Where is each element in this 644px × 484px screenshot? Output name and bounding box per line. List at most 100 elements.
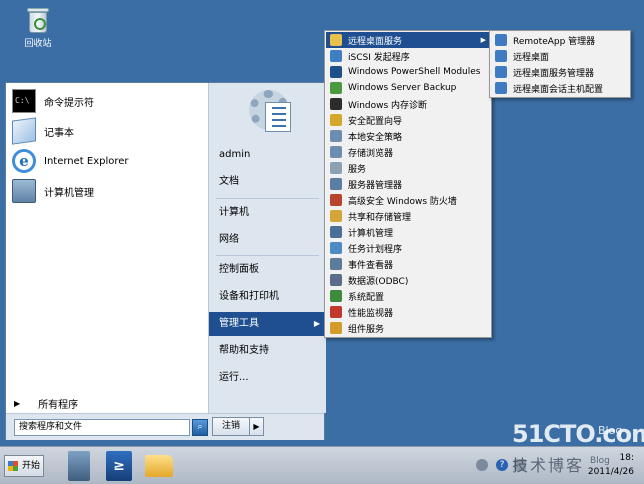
admin-tools-item[interactable]: 本地安全策略 (326, 128, 490, 144)
admin-tools-item-label: Windows 内存诊断 (348, 100, 428, 111)
admin-tools-item[interactable]: iSCSI 发起程序 (326, 48, 490, 64)
recycle-bin-icon (26, 6, 50, 34)
shutdown-options-button[interactable]: ▶ (250, 417, 264, 436)
computer-management-icon (12, 179, 36, 203)
admin-tools-item-icon (330, 162, 342, 174)
link-documents[interactable]: 文档 (209, 170, 326, 194)
remote-desktop-item-icon (495, 34, 507, 46)
admin-tools-item[interactable]: 存储浏览器 (326, 144, 490, 160)
admin-tools-item-icon (330, 242, 342, 254)
admin-tools-item-label: 任务计划程序 (348, 244, 403, 255)
admin-tools-item-icon (330, 306, 342, 318)
link-devices-printers[interactable]: 设备和打印机 (209, 285, 326, 309)
admin-tools-item[interactable]: 数据源(ODBC) (326, 272, 490, 288)
remote-desktop-item[interactable]: 远程桌面 (491, 48, 629, 64)
recycle-bin[interactable]: 回收站 (14, 6, 62, 49)
admin-tools-item[interactable]: 组件服务 (326, 320, 490, 336)
admin-tools-item-label: Windows PowerShell Modules (348, 67, 481, 77)
watermark-tech-blog: 技术博客 (512, 456, 585, 475)
admin-tools-item[interactable]: 服务器管理器 (326, 176, 490, 192)
pinned-computer-management[interactable]: 计算机管理 (12, 177, 204, 205)
admin-tools-item-icon (330, 66, 342, 78)
admin-tools-item[interactable]: Windows 内存诊断 (326, 96, 490, 112)
network-icon[interactable] (476, 459, 488, 471)
remote-desktop-item-label: 远程桌面服务管理器 (513, 68, 595, 79)
admin-tools-item-label: iSCSI 发起程序 (348, 52, 410, 63)
admin-tools-item-icon (330, 34, 342, 46)
pinned-notepad[interactable]: 记事本 (12, 117, 204, 145)
pinned-command-prompt[interactable]: C:\ 命令提示符 (12, 87, 204, 115)
admin-tools-item-label: 数据源(ODBC) (348, 276, 409, 287)
link-network[interactable]: 网络 (209, 228, 326, 252)
admin-tools-item-label: Windows Server Backup (348, 83, 457, 93)
watermark-site: 51CTO.com (512, 420, 644, 448)
chevron-right-icon: ▶ (14, 398, 21, 408)
admin-tools-item[interactable]: 高级安全 Windows 防火墙 (326, 192, 490, 208)
link-help-support[interactable]: 帮助和支持 (209, 339, 326, 363)
admin-tools-item-label: 安全配置向导 (348, 116, 403, 127)
pinned-internet-explorer[interactable]: e Internet Explorer (12, 147, 204, 175)
admin-tools-item-icon (330, 226, 342, 238)
admin-tools-item-label: 计算机管理 (348, 228, 394, 239)
remote-desktop-item[interactable]: 远程桌面会话主机配置 (491, 80, 629, 96)
admin-tools-item[interactable]: 服务 (326, 160, 490, 176)
admin-tools-item-label: 本地安全策略 (348, 132, 403, 143)
admin-tools-item-label: 性能监视器 (348, 308, 394, 319)
administrative-tools-menu: 远程桌面服务 ▶ iSCSI 发起程序 Windows PowerShell Modu… (324, 30, 492, 338)
remote-desktop-item-icon (495, 82, 507, 94)
server-manager-icon[interactable] (68, 451, 90, 481)
user-picture[interactable] (247, 86, 299, 138)
separator (216, 255, 319, 256)
admin-tools-item-label: 服务器管理器 (348, 180, 403, 191)
admin-tools-item-icon (330, 194, 342, 206)
windows-logo-icon (8, 461, 18, 471)
all-programs-label: 所有程序 (38, 399, 79, 411)
all-programs[interactable]: ▶ 所有程序 (12, 395, 204, 411)
remote-desktop-item-label: 远程桌面 (513, 52, 550, 63)
user-name-link[interactable]: admin (209, 143, 326, 167)
remote-desktop-item-label: 远程桌面会话主机配置 (513, 84, 604, 95)
powershell-icon[interactable]: ≥ (106, 451, 132, 481)
search-input[interactable]: 搜索程序和文件 (14, 419, 190, 436)
admin-tools-item[interactable]: 事件查看器 (326, 256, 490, 272)
remote-desktop-item[interactable]: 远程桌面服务管理器 (491, 64, 629, 80)
admin-tools-item-icon (330, 82, 342, 94)
separator (216, 198, 319, 199)
log-off-button[interactable]: 注销 (212, 417, 250, 436)
start-label: 开始 (21, 461, 40, 471)
admin-tools-item[interactable]: Windows Server Backup (326, 80, 490, 96)
link-administrative-tools[interactable]: 管理工具 ▶ (209, 312, 326, 336)
watermark-blog: Blog (598, 424, 623, 437)
admin-tools-item-icon (330, 114, 342, 126)
watermark-blog-small: Blog (590, 456, 610, 466)
link-control-panel[interactable]: 控制面板 (209, 258, 326, 282)
admin-tools-item[interactable]: Windows PowerShell Modules (326, 64, 490, 80)
admin-tools-item-label: 高级安全 Windows 防火墙 (348, 196, 457, 207)
admin-tools-item[interactable]: 计算机管理 (326, 224, 490, 240)
admin-tools-item[interactable]: 任务计划程序 (326, 240, 490, 256)
admin-tools-item[interactable]: 安全配置向导 (326, 112, 490, 128)
remote-desktop-item-icon (495, 66, 507, 78)
remote-desktop-item-icon (495, 50, 507, 62)
admin-tools-item[interactable]: 共享和存储管理 (326, 208, 490, 224)
admin-tools-item-icon (330, 50, 342, 62)
chevron-right-icon: ▶ (253, 422, 260, 431)
link-run[interactable]: 运行... (209, 366, 326, 390)
explorer-folder-icon[interactable] (145, 455, 173, 477)
admin-tools-item-icon (330, 98, 342, 110)
start-button[interactable]: 开始 (4, 455, 44, 477)
notepad-icon (12, 117, 36, 145)
admin-tools-item-icon (330, 146, 342, 158)
help-icon[interactable]: ? (496, 459, 508, 471)
link-label: 管理工具 (219, 318, 259, 329)
admin-tools-item[interactable]: 系统配置 (326, 288, 490, 304)
admin-tools-item-label: 远程桌面服务 (348, 36, 403, 47)
link-computer[interactable]: 计算机 (209, 201, 326, 225)
remote-desktop-item[interactable]: RemoteApp 管理器 (491, 32, 629, 48)
admin-tools-item[interactable]: 远程桌面服务 ▶ (326, 32, 490, 48)
admin-tools-item[interactable]: 性能监视器 (326, 304, 490, 320)
admin-tools-item-label: 事件查看器 (348, 260, 394, 271)
admin-tools-item-label: 组件服务 (348, 324, 385, 335)
recycle-bin-label: 回收站 (24, 39, 52, 49)
search-icon[interactable]: ⌕ (192, 419, 208, 436)
